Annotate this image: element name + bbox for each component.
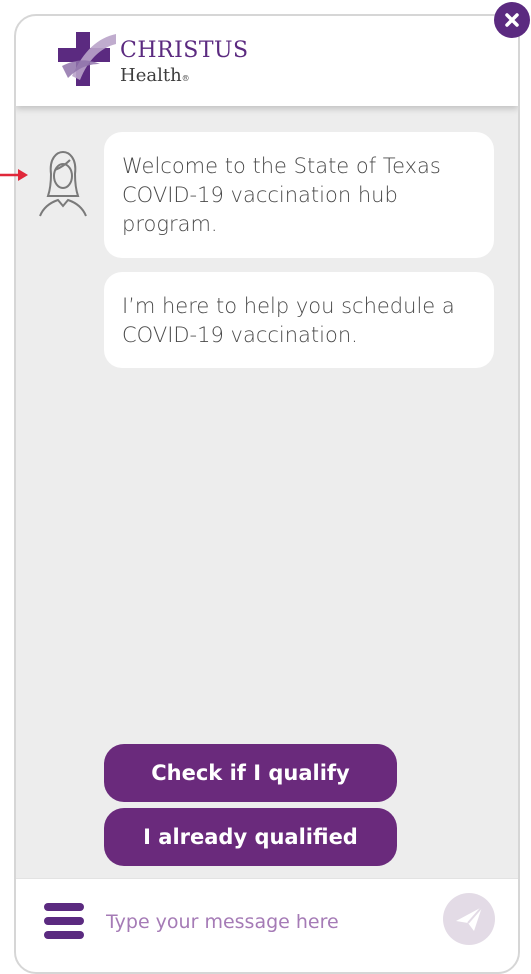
i-already-qualified-button[interactable]: I already qualified — [104, 808, 397, 866]
logo-cross-icon — [58, 32, 116, 86]
close-button[interactable] — [494, 2, 530, 38]
check-if-i-qualify-button[interactable]: Check if I qualify — [104, 744, 397, 802]
registered-mark: ® — [181, 74, 190, 83]
logo-name: CHRISTUS — [120, 38, 249, 63]
chat-widget: CHRISTUS Health® Welcome to the State of… — [14, 14, 520, 974]
send-button[interactable] — [443, 893, 495, 945]
message-input[interactable] — [104, 901, 428, 943]
bot-message: I’m here to help you schedule a COVID-19… — [104, 272, 494, 368]
chat-composer — [16, 878, 518, 972]
menu-icon[interactable] — [44, 903, 84, 939]
christus-health-logo: CHRISTUS Health® — [54, 30, 254, 90]
pointer-arrow-icon — [0, 169, 28, 181]
bot-avatar-icon — [39, 150, 87, 217]
bot-message: Welcome to the State of Texas COVID-19 v… — [104, 132, 494, 258]
logo-subname: Health® — [120, 65, 190, 86]
chat-header: CHRISTUS Health® — [16, 16, 518, 106]
paper-plane-icon — [456, 906, 483, 931]
close-icon — [505, 13, 519, 27]
